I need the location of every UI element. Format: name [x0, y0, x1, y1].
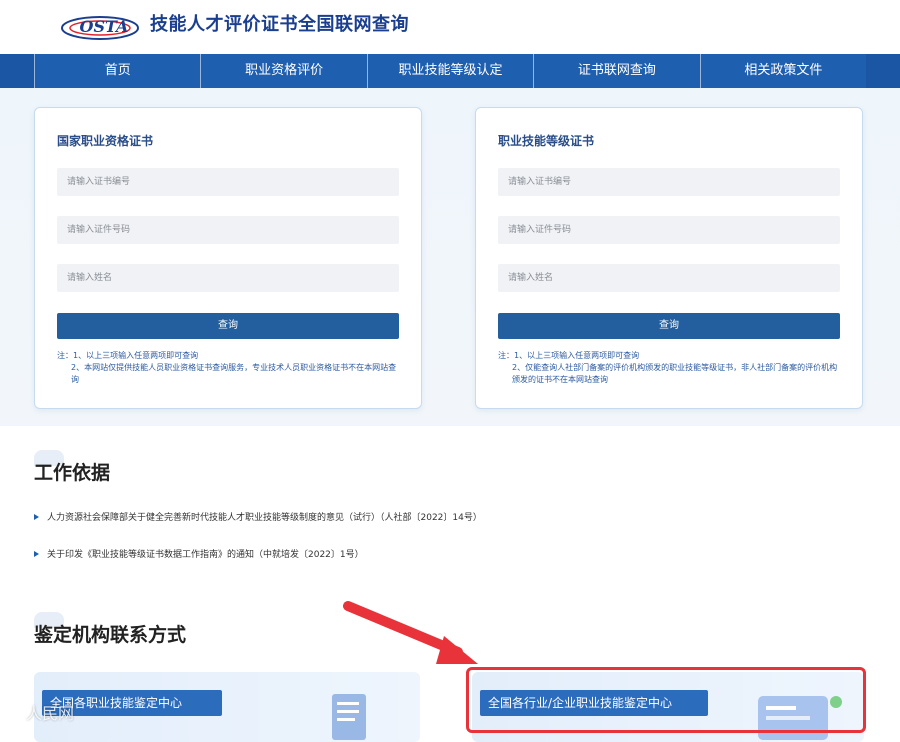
id-number-input[interactable] — [57, 216, 399, 244]
nav-edge-right — [866, 54, 900, 88]
name-input[interactable] — [498, 264, 840, 292]
watermark: 人民网 — [4, 700, 74, 724]
basis-item-text[interactable]: 关于印发《职业技能等级证书数据工作指南》的通知（中就培发〔2022〕1号） — [47, 547, 364, 560]
card-note: 注：1、以上三项输入任意两项即可查询 2、仅能查询人社部门备案的评价机构颁发的职… — [498, 350, 844, 386]
nav-home[interactable]: 首页 — [34, 54, 200, 88]
nav-edge-left — [0, 54, 34, 88]
card-note: 注：1、以上三项输入任意两项即可查询 2、本网站仅提供技能人员职业资格证书查询服… — [57, 350, 403, 386]
query-button[interactable]: 查询 — [57, 313, 399, 339]
site-title: 技能人才评价证书全国联网查询 — [150, 14, 409, 35]
bullet-triangle-icon — [34, 550, 39, 557]
certificate-number-input[interactable] — [57, 168, 399, 196]
note-line-2: 2、仅能查询人社部门备案的评价机构颁发的职业技能等级证书，非人社部门备案的评价机… — [512, 363, 838, 384]
qualification-certificate-card: 国家职业资格证书 查询 注：1、以上三项输入任意两项即可查询 2、本网站仅提供技… — [34, 107, 422, 409]
skill-level-certificate-card: 职业技能等级证书 查询 注：1、以上三项输入任意两项即可查询 2、仅能查询人社部… — [475, 107, 863, 409]
id-number-input[interactable] — [498, 216, 840, 244]
red-arrow-icon — [343, 601, 478, 664]
nav-policy-documents[interactable]: 相关政策文件 — [699, 54, 866, 88]
note-line-1: 注：1、以上三项输入任意两项即可查询 — [57, 351, 199, 360]
query-button[interactable]: 查询 — [498, 313, 840, 339]
card-title: 职业技能等级证书 — [498, 134, 595, 148]
main-nav: 首页 职业资格评价 职业技能等级认定 证书联网查询 相关政策文件 — [0, 54, 900, 88]
certificate-number-input[interactable] — [498, 168, 840, 196]
card-title: 国家职业资格证书 — [57, 134, 154, 148]
note-line-2: 2、本网站仅提供技能人员职业资格证书查询服务，专业技术人员职业资格证书不在本网站… — [71, 363, 397, 384]
logo-text: OSTA — [80, 17, 129, 36]
watermark-text: 人民网 — [26, 704, 75, 723]
site-header: OSTA 技能人才评价证书全国联网查询 — [0, 0, 900, 54]
watermark-logo-icon — [4, 704, 20, 720]
basis-item-text[interactable]: 人力资源社会保障部关于健全完善新时代技能人才职业技能等级制度的意见（试行）（人社… — [47, 510, 482, 523]
note-line-1: 注：1、以上三项输入任意两项即可查询 — [498, 351, 640, 360]
national-appraisal-center-card[interactable]: 全国各职业技能鉴定中心 — [34, 672, 420, 742]
basis-item[interactable]: 关于印发《职业技能等级证书数据工作指南》的通知（中就培发〔2022〕1号） — [34, 547, 364, 560]
basis-item[interactable]: 人力资源社会保障部关于健全完善新时代技能人才职业技能等级制度的意见（试行）（人社… — [34, 510, 482, 523]
bullet-triangle-icon — [34, 513, 39, 520]
nav-qualification-evaluation[interactable]: 职业资格评价 — [200, 54, 366, 88]
name-input[interactable] — [57, 264, 399, 292]
contacts-title: 鉴定机构联系方式 — [34, 624, 187, 646]
highlight-box — [466, 667, 866, 733]
work-basis-title: 工作依据 — [34, 462, 111, 484]
document-illustration-icon — [332, 694, 366, 740]
osta-logo[interactable]: OSTA — [60, 8, 146, 42]
nav-certificate-query[interactable]: 证书联网查询 — [533, 54, 699, 88]
nav-skill-level-certification[interactable]: 职业技能等级认定 — [366, 54, 533, 88]
